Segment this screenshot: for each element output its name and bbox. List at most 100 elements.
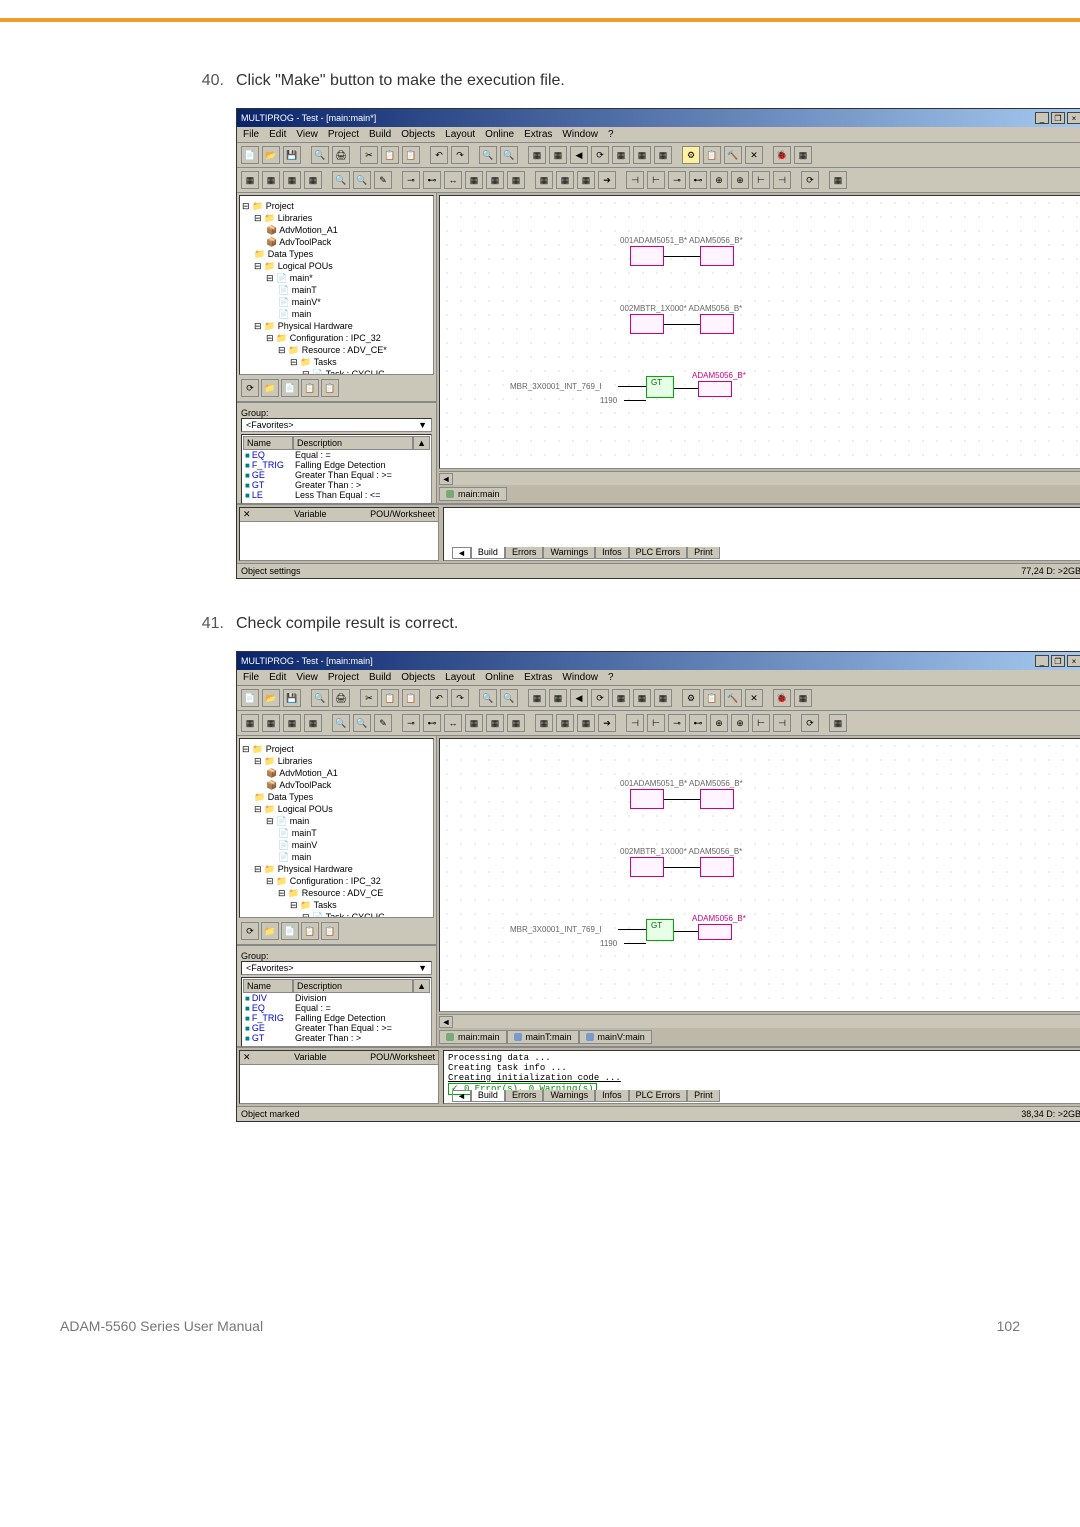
tb2-c3[interactable]: ↔ — [444, 171, 462, 189]
tb-undo[interactable]: ↶ — [430, 689, 448, 707]
tb2-c9[interactable]: ▦ — [577, 171, 595, 189]
tb2-c2[interactable]: ⊷ — [423, 714, 441, 732]
fbd-canvas[interactable]: 001ADAM5051_B* ADAM5056_B* 002MBTR_1X000… — [439, 738, 1080, 1012]
tb2-zoomin[interactable]: 🔍 — [332, 714, 350, 732]
project-tree[interactable]: ⊟ 📁 Project ⊟ 📁 Libraries 📦 AdvMotion_A1… — [239, 195, 434, 375]
tb2-3[interactable]: ▦ — [283, 714, 301, 732]
menu-online[interactable]: Online — [485, 672, 514, 683]
menu-build[interactable]: Build — [369, 672, 391, 683]
tb2-d5[interactable]: ⊕ — [710, 171, 728, 189]
menu-window[interactable]: Window — [562, 129, 598, 140]
tb2-zoomout[interactable]: 🔍 — [353, 171, 371, 189]
menu-layout[interactable]: Layout — [445, 672, 475, 683]
tb-g8[interactable]: 📋 — [703, 146, 721, 164]
menu-view[interactable]: View — [296, 129, 318, 140]
tb2-c7[interactable]: ▦ — [535, 714, 553, 732]
tb2-d4[interactable]: ⊷ — [689, 714, 707, 732]
tb2-c4[interactable]: ▦ — [465, 171, 483, 189]
tb-g1[interactable]: ▦ — [528, 689, 546, 707]
tb-save[interactable]: 💾 — [283, 689, 301, 707]
tb2-d6[interactable]: ⊕ — [731, 171, 749, 189]
tb-dbg[interactable]: 🐞 — [773, 689, 791, 707]
output-tab-print[interactable]: Print — [687, 547, 720, 559]
tb2-2[interactable]: ▦ — [262, 714, 280, 732]
output-tab-infos[interactable]: Infos — [595, 547, 629, 559]
tb2-c1[interactable]: ⊸ — [402, 714, 420, 732]
tb-new[interactable]: 📄 — [241, 689, 259, 707]
tb-g7[interactable]: ▦ — [654, 689, 672, 707]
tb-print[interactable]: 🖨 — [332, 689, 350, 707]
menu-online[interactable]: Online — [485, 129, 514, 140]
ws-tab-mainv[interactable]: mainV:main — [579, 1030, 652, 1044]
fb-list[interactable]: NameDescription▲ EQEqual : = F_TRIGFalli… — [241, 434, 432, 504]
tb-g10[interactable]: ✕ — [745, 689, 763, 707]
tb2-d7[interactable]: ⊢ — [752, 171, 770, 189]
menu-project[interactable]: Project — [328, 129, 359, 140]
tb-g11[interactable]: ▦ — [794, 146, 812, 164]
tb-find[interactable]: 🔍 — [479, 146, 497, 164]
vtb-5[interactable]: 📋 — [321, 922, 339, 940]
tb-make[interactable]: ⚙ — [682, 146, 700, 164]
output-panel[interactable]: Processing data ... Creating task info .… — [443, 1050, 1080, 1104]
tb2-1[interactable]: ▦ — [241, 714, 259, 732]
menu-edit[interactable]: Edit — [269, 129, 286, 140]
tb2-d2[interactable]: ⊢ — [647, 714, 665, 732]
tb2-d4[interactable]: ⊷ — [689, 171, 707, 189]
tb-g9[interactable]: 🔨 — [724, 146, 742, 164]
tb-g4[interactable]: ⟳ — [591, 689, 609, 707]
menu-extras[interactable]: Extras — [524, 129, 552, 140]
vtb-3[interactable]: 📄 — [281, 379, 299, 397]
minimize-button[interactable]: _ — [1035, 112, 1049, 124]
tb2-5[interactable]: ✎ — [374, 714, 392, 732]
tb2-4[interactable]: ▦ — [304, 171, 322, 189]
menu-edit[interactable]: Edit — [269, 672, 286, 683]
tb-cut[interactable]: ✂ — [360, 146, 378, 164]
tb2-d6[interactable]: ⊕ — [731, 714, 749, 732]
tb2-d8[interactable]: ⊣ — [773, 171, 791, 189]
project-tree[interactable]: ⊟ 📁 Project ⊟ 📁 Libraries 📦 AdvMotion_A1… — [239, 738, 434, 918]
tb-g3[interactable]: ◀ — [570, 146, 588, 164]
menu-objects[interactable]: Objects — [401, 129, 435, 140]
menu-view[interactable]: View — [296, 672, 318, 683]
tb-print[interactable]: 🖨 — [332, 146, 350, 164]
output-tab-build[interactable]: Build — [471, 1090, 505, 1102]
menu-window[interactable]: Window — [562, 672, 598, 683]
minimize-button[interactable]: _ — [1035, 655, 1049, 667]
tb2-d5[interactable]: ⊕ — [710, 714, 728, 732]
tb-save[interactable]: 💾 — [283, 146, 301, 164]
tb2-2[interactable]: ▦ — [262, 171, 280, 189]
tb-g8[interactable]: 📋 — [703, 689, 721, 707]
tb2-3[interactable]: ▦ — [283, 171, 301, 189]
output-tab-warn[interactable]: Warnings — [543, 1090, 595, 1102]
tb2-c3[interactable]: ↔ — [444, 714, 462, 732]
tb-copy[interactable]: 📋 — [381, 146, 399, 164]
tb-copy[interactable]: 📋 — [381, 689, 399, 707]
tb-g6[interactable]: ▦ — [633, 689, 651, 707]
output-tab-build[interactable]: Build — [471, 547, 505, 559]
tb2-d7[interactable]: ⊢ — [752, 714, 770, 732]
tb-redo[interactable]: ↷ — [451, 146, 469, 164]
tb-find[interactable]: 🔍 — [479, 689, 497, 707]
tb-cut[interactable]: ✂ — [360, 689, 378, 707]
tb-preview[interactable]: 🔍 — [311, 146, 329, 164]
tb2-c8[interactable]: ▦ — [556, 714, 574, 732]
tb-preview[interactable]: 🔍 — [311, 689, 329, 707]
tb-g2[interactable]: ▦ — [549, 146, 567, 164]
tb-open[interactable]: 📂 — [262, 146, 280, 164]
tb2-c9[interactable]: ▦ — [577, 714, 595, 732]
menu-project[interactable]: Project — [328, 672, 359, 683]
maximize-button[interactable]: ❐ — [1051, 655, 1065, 667]
tb-g4[interactable]: ⟳ — [591, 146, 609, 164]
vtb-2[interactable]: 📁 — [261, 922, 279, 940]
tb-undo[interactable]: ↶ — [430, 146, 448, 164]
tb-g6[interactable]: ▦ — [633, 146, 651, 164]
tb-g3[interactable]: ◀ — [570, 689, 588, 707]
output-tab-plc[interactable]: PLC Errors — [629, 547, 688, 559]
vtb-4[interactable]: 📋 — [301, 922, 319, 940]
tb-g11[interactable]: ▦ — [794, 689, 812, 707]
tb-g2[interactable]: ▦ — [549, 689, 567, 707]
tb2-4[interactable]: ▦ — [304, 714, 322, 732]
tb-find2[interactable]: 🔍 — [500, 146, 518, 164]
canvas-scrollbar[interactable]: ◄ — [439, 471, 1080, 485]
output-tab-print[interactable]: Print — [687, 1090, 720, 1102]
